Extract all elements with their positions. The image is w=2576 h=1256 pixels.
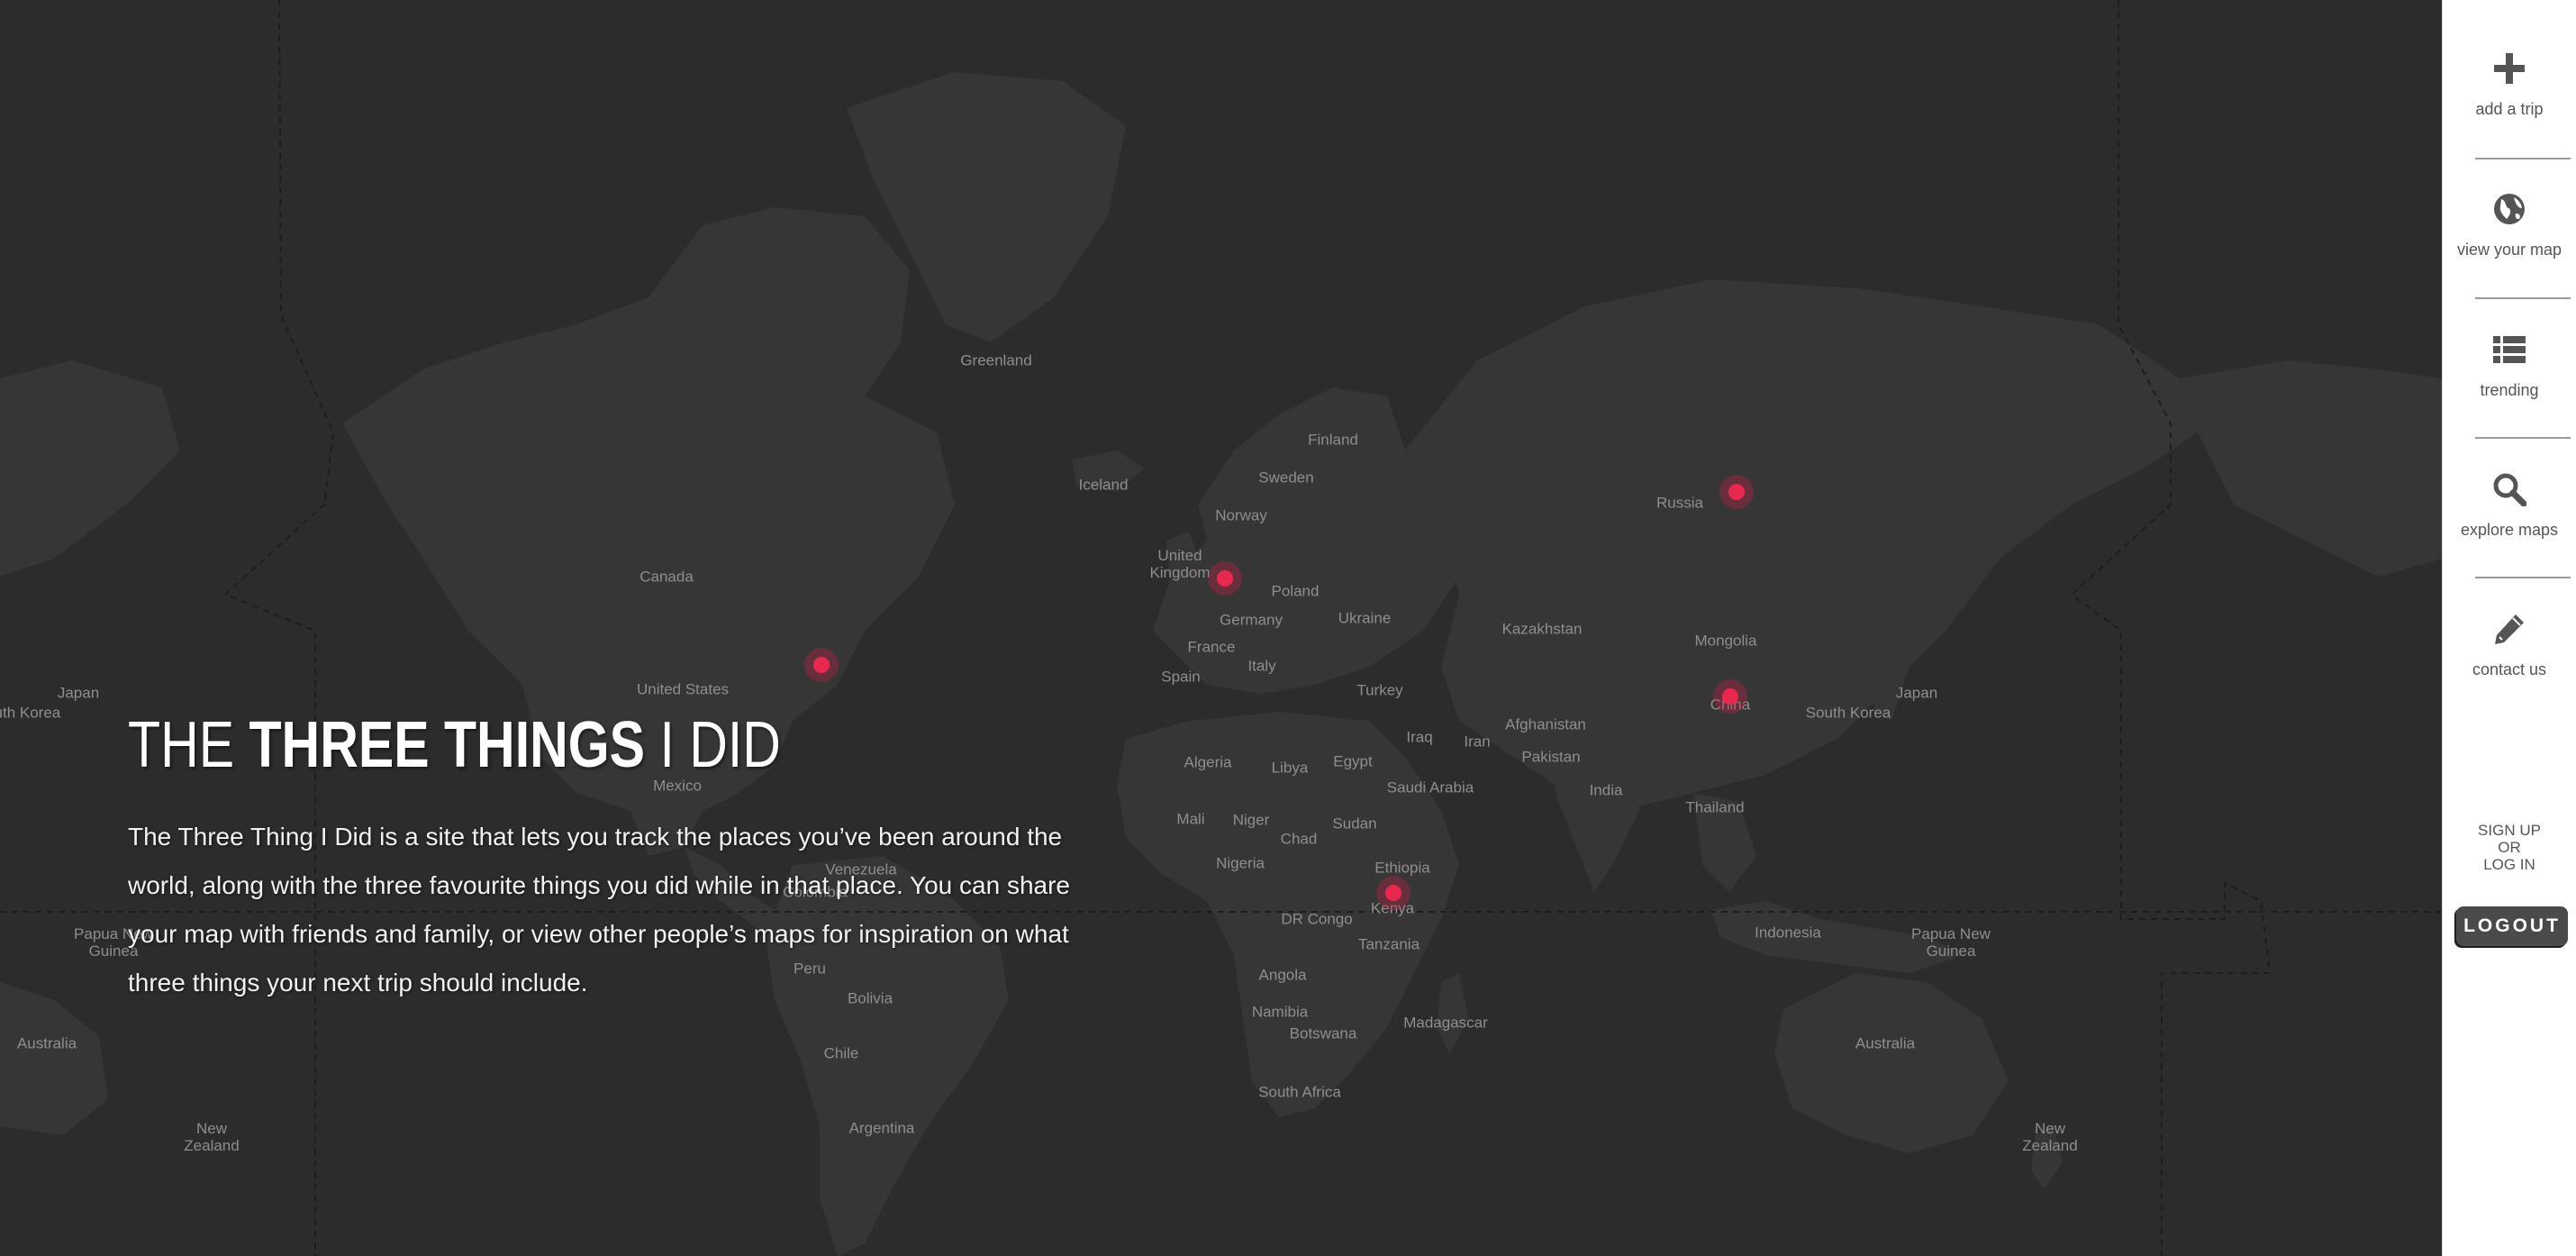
map-label-argentina: Argentina — [848, 1119, 915, 1137]
trip-pin-china[interactable] — [1713, 679, 1747, 714]
signup-login-link[interactable]: SIGN UP OR LOG IN — [2443, 822, 2576, 873]
map-label-poland: Poland — [1271, 582, 1320, 600]
map-label-australia-left: Australia — [16, 1034, 77, 1052]
map-label-ukraine: Ukraine — [1338, 609, 1392, 627]
sidebar-item-view-map[interactable]: view your map — [2443, 192, 2576, 300]
list-icon — [2493, 336, 2526, 363]
trip-pin-russia[interactable] — [1719, 475, 1754, 509]
map-label-japan: Japan — [1895, 684, 1938, 702]
map-label-tanzania: Tanzania — [1357, 935, 1420, 953]
hero-title-emphasis: THREE THINGS — [249, 709, 646, 781]
map-label-france: France — [1187, 638, 1236, 656]
login-text: LOG IN — [2483, 856, 2535, 873]
map-label-mali: Mali — [1176, 810, 1205, 828]
map-label-chad: Chad — [1280, 830, 1318, 848]
map-label-thailand: Thailand — [1685, 798, 1745, 816]
hero-title-prefix: THE — [128, 709, 249, 781]
hero-description: The Three Thing I Did is a site that let… — [128, 823, 1070, 997]
sidebar-divider — [2475, 158, 2571, 159]
map-label-namibia: Namibia — [1251, 1003, 1309, 1021]
map-label-india: India — [1589, 781, 1623, 799]
trip-pin-united-states[interactable] — [804, 648, 839, 682]
map-label-italy: Italy — [1247, 657, 1276, 675]
map-label-papua-new-guinea: Papua New Guinea — [1911, 925, 1991, 960]
pencil-icon — [2495, 614, 2524, 644]
map-label-angola: Angola — [1258, 966, 1307, 984]
map-dashed-line-right — [2070, 0, 2272, 1256]
signup-text: SIGN UP — [2478, 822, 2541, 839]
map-label-greenland: Greenland — [960, 351, 1032, 369]
map-label-pakistan: Pakistan — [1521, 748, 1581, 766]
trip-pin-united-kingdom[interactable] — [1208, 561, 1242, 596]
sidebar-item-label: trending — [2480, 381, 2539, 399]
map-label-iraq: Iraq — [1406, 728, 1433, 746]
landmass-india — [1549, 757, 1639, 892]
sidebar-divider — [2475, 577, 2571, 578]
map-label-mongolia: Mongolia — [1694, 632, 1757, 650]
map-label-spain: Spain — [1161, 668, 1201, 686]
map-label-russia: Russia — [1656, 494, 1703, 512]
map-label-madagascar: Madagascar — [1403, 1014, 1488, 1032]
map-label-botswana: Botswana — [1289, 1024, 1357, 1042]
map-label-south-korea-left: South Korea — [0, 704, 61, 722]
sidebar-divider — [2475, 297, 2571, 299]
map-label-nigeria: Nigeria — [1216, 854, 1265, 872]
map-label-japan-left: Japan — [57, 684, 100, 702]
sidebar-nav: add a trip view your map trending explor… — [2442, 0, 2576, 1256]
map-label-afghanistan: Afghanistan — [1505, 715, 1586, 733]
world-map[interactable]: Greenland Finland Sweden Iceland Norway … — [0, 0, 2442, 1256]
plus-icon — [2494, 53, 2525, 84]
map-label-norway: Norway — [1215, 506, 1267, 524]
map-label-south-africa: South Africa — [1258, 1083, 1341, 1101]
hero-section: THE THREE THINGS I DID The Three Thing I… — [128, 705, 1074, 1007]
map-label-new-zealand-left: New Zealand — [184, 1120, 240, 1154]
map-label-niger: Niger — [1232, 811, 1270, 829]
sidebar-item-label: explore maps — [2460, 521, 2559, 539]
map-label-canada: Canada — [639, 568, 694, 586]
sidebar-divider — [2475, 437, 2571, 439]
landmass-far-east-left — [0, 360, 180, 577]
signup-or-text: OR — [2498, 839, 2521, 856]
sidebar-item-label: contact us — [2472, 660, 2547, 678]
map-dashed-line-left — [223, 0, 335, 1256]
map-label-indonesia: Indonesia — [1755, 924, 1821, 942]
sidebar-item-contact-us[interactable]: contact us — [2443, 612, 2576, 720]
sidebar-item-add-trip[interactable]: add a trip — [2443, 51, 2576, 159]
search-icon — [2493, 473, 2526, 506]
logout-button[interactable]: LOGOUT — [2456, 906, 2568, 946]
hero-title-suffix: I DID — [645, 709, 781, 781]
sidebar-item-label: add a trip — [2475, 100, 2544, 118]
map-label-chile: Chile — [823, 1044, 859, 1062]
map-label-finland: Finland — [1308, 431, 1358, 449]
map-label-egypt: Egypt — [1333, 752, 1373, 770]
trip-pin-kenya[interactable] — [1376, 876, 1410, 910]
map-label-united-states: United States — [636, 680, 730, 698]
map-label-sudan: Sudan — [1332, 815, 1377, 833]
map-label-ethiopia: Ethiopia — [1374, 859, 1430, 877]
landmass-far-east-right — [2180, 360, 2442, 577]
map-label-algeria: Algeria — [1184, 753, 1232, 771]
landmass-australia-left — [0, 982, 108, 1135]
sidebar-item-label: view your map — [2456, 241, 2562, 259]
sidebar-item-trending[interactable]: trending — [2443, 332, 2576, 441]
map-label-united-kingdom: United Kingdom — [1149, 547, 1211, 581]
landmass-australia — [1774, 973, 2009, 1153]
sidebar-item-explore-maps[interactable]: explore maps — [2443, 472, 2576, 580]
map-label-australia: Australia — [1855, 1034, 1916, 1052]
globe-icon — [2494, 194, 2525, 224]
map-label-iceland: Iceland — [1078, 476, 1129, 494]
map-label-dr-congo: DR Congo — [1281, 910, 1353, 928]
hero-title: THE THREE THINGS I DID — [128, 705, 903, 786]
map-label-new-zealand: New Zealand — [2022, 1120, 2078, 1154]
map-label-south-korea: South Korea — [1805, 704, 1891, 722]
map-label-germany: Germany — [1220, 611, 1283, 629]
map-label-saudi-arabia: Saudi Arabia — [1386, 778, 1474, 796]
map-label-libya: Libya — [1271, 759, 1309, 777]
map-label-sweden: Sweden — [1258, 469, 1314, 487]
map-label-turkey: Turkey — [1356, 681, 1403, 699]
map-label-kazakhstan: Kazakhstan — [1501, 620, 1583, 638]
map-label-iran: Iran — [1464, 733, 1491, 751]
